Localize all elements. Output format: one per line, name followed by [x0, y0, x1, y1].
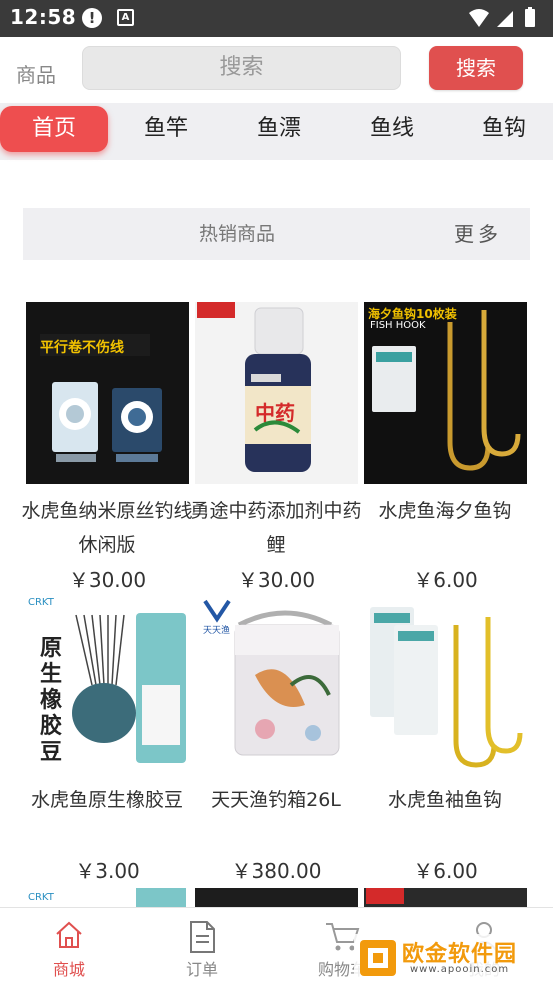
product-price: ￥6.00: [413, 568, 478, 592]
product-image-partial[interactable]: [195, 888, 358, 907]
product-image[interactable]: CRKT 原 生 橡 胶 豆: [26, 595, 189, 777]
product-price: ￥380.00: [231, 859, 322, 883]
product-name[interactable]: 水虎鱼纳米原丝钓线休闲版: [20, 494, 194, 562]
nav-mall[interactable]: 商城: [0, 908, 138, 984]
status-time: 12:58: [10, 5, 77, 29]
product-name[interactable]: 水虎鱼原生橡胶豆: [20, 783, 194, 817]
tab-lines[interactable]: 鱼线: [338, 106, 446, 152]
more-link[interactable]: 更多: [454, 208, 502, 260]
wifi-icon: [469, 9, 489, 27]
svg-text:CRKT: CRKT: [28, 597, 55, 608]
svg-text:原: 原: [40, 636, 62, 661]
nav-orders-label: 订单: [185, 960, 218, 979]
hot-products-header: 热销商品 更多: [23, 208, 530, 260]
svg-text:橡: 橡: [40, 687, 62, 713]
product-image-partial[interactable]: CRKT: [26, 888, 189, 907]
header: 商品 搜索 搜索: [0, 37, 553, 103]
svg-text:生: 生: [40, 662, 62, 687]
svg-text:天天渔: 天天渔: [203, 625, 230, 636]
product-name[interactable]: 水虎鱼海夕鱼钩: [358, 494, 532, 528]
search-button[interactable]: 搜索: [429, 46, 523, 90]
svg-text:海夕鱼钩10枚装: 海夕鱼钩10枚装: [368, 306, 457, 321]
nav-orders[interactable]: 订单: [133, 908, 271, 984]
home-icon: [56, 921, 82, 948]
svg-text:CRKT: CRKT: [28, 892, 55, 903]
product-image[interactable]: 天天渔: [195, 595, 358, 777]
product-image[interactable]: 中药: [195, 302, 358, 484]
order-icon: [190, 921, 215, 953]
svg-text:胶: 胶: [40, 713, 62, 739]
product-image[interactable]: [364, 595, 527, 777]
category-tabs: 首页 鱼竿 鱼漂 鱼线 鱼钩: [0, 103, 553, 160]
product-name[interactable]: 水虎鱼袖鱼钩: [358, 783, 532, 817]
svg-text:平行卷不伤线: 平行卷不伤线: [40, 339, 124, 356]
app-notification-icon: A: [117, 9, 134, 26]
product-image[interactable]: 海夕鱼钩10枚装 FISH HOOK: [364, 302, 527, 484]
product-price: ￥3.00: [75, 859, 140, 883]
nav-mall-label: 商城: [52, 960, 85, 979]
svg-text:FISH HOOK: FISH HOOK: [370, 320, 426, 331]
watermark-logo-icon: [360, 940, 396, 976]
tab-rods[interactable]: 鱼竿: [112, 106, 220, 152]
product-image[interactable]: 平行卷不伤线: [26, 302, 189, 484]
signal-icon: [497, 11, 513, 27]
tab-floats[interactable]: 鱼漂: [225, 106, 333, 152]
tab-hooks[interactable]: 鱼钩: [450, 106, 553, 152]
svg-text:豆: 豆: [40, 740, 62, 765]
status-indicators: [469, 7, 535, 27]
watermark: 欧金软件园 www.apooin.com: [354, 934, 548, 982]
watermark-url: www.apooin.com: [410, 964, 510, 975]
brand-label: 商品: [16, 63, 56, 87]
product-name[interactable]: 天天渔钓箱26L: [189, 783, 363, 817]
search-input[interactable]: 搜索: [82, 46, 401, 90]
product-price: ￥30.00: [237, 568, 316, 592]
product-image-partial[interactable]: [364, 888, 527, 907]
section-title: 热销商品: [198, 223, 275, 245]
product-name[interactable]: 勇途中药添加剂中药鲤: [189, 494, 363, 562]
alert-icon: !: [82, 8, 102, 28]
battery-icon: [525, 9, 535, 27]
tab-home[interactable]: 首页: [0, 106, 108, 152]
status-bar: 12:58 ! A: [0, 0, 553, 37]
product-price: ￥6.00: [413, 859, 478, 883]
product-price: ￥30.00: [68, 568, 147, 592]
